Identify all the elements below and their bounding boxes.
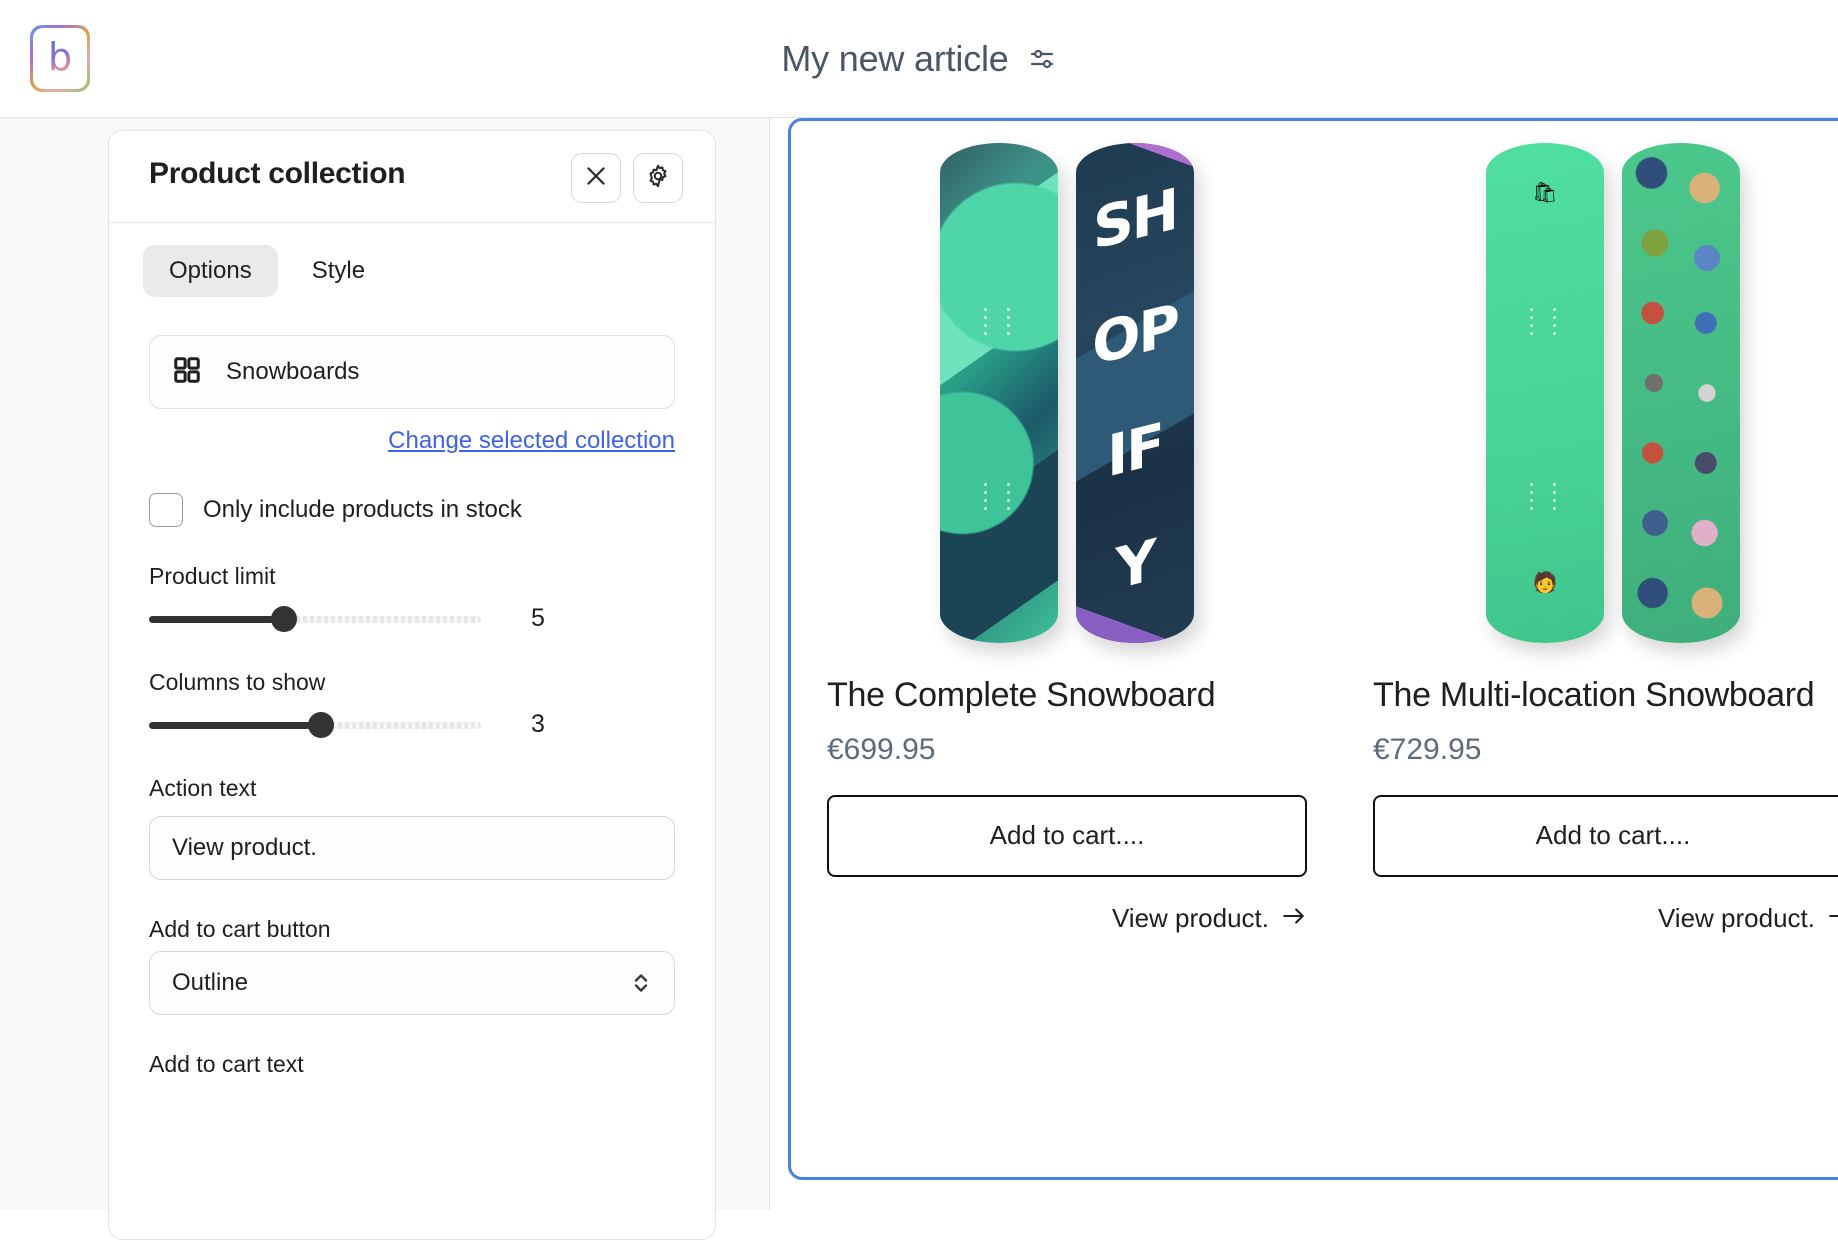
columns-to-show-value: 3 [531,710,545,738]
add-to-cart-button-select[interactable]: Outline [149,951,675,1015]
green-shopify-bag-snowboard-icon: 🛍 🧑 [1486,143,1604,643]
columns-to-show-row: 3 [149,710,675,739]
add-to-cart-button[interactable]: Add to cart.... [827,794,1307,877]
tab-style[interactable]: Style [286,245,391,297]
article-canvas: SH OP IF Y The Complete Snowboard €699.9… [771,118,1838,1210]
action-text-label: Action text [149,775,257,801]
panel-header: Product collection [109,131,715,223]
board-wordmark-line: Y [1115,527,1155,603]
slider-track-filled [149,721,322,729]
product-grid: SH OP IF Y The Complete Snowboard €699.9… [791,121,1838,934]
change-selected-collection-link[interactable]: Change selected collection [388,427,675,455]
panel-title: Product collection [149,157,406,190]
change-collection-row: Change selected collection [149,427,675,455]
slider-track-filled [149,615,285,623]
product-limit-slider[interactable] [149,605,481,632]
only-in-stock-label: Only include products in stock [203,496,522,523]
shopify-bag-icon: 🛍 [1532,182,1558,204]
view-product-link[interactable]: View product. [1373,903,1838,934]
close-button[interactable] [571,153,621,203]
product-image: SH OP IF Y [827,143,1307,643]
product-limit-value: 5 [531,604,545,632]
tab-options[interactable]: Options [143,245,278,297]
product-collection-panel: Product collection Options Style Snowboa… [108,130,716,1240]
sliders-icon[interactable] [1027,44,1057,74]
board-wordmark-line: IF [1107,409,1163,490]
close-icon [583,163,609,194]
board-wordmark-line: OP [1092,290,1178,379]
view-product-link[interactable]: View product. [827,903,1307,934]
product-title: The Complete Snowboard [827,676,1216,714]
page-title: My new article [781,38,1009,79]
collection-selector[interactable]: Snowboards [149,335,675,409]
arrow-right-icon [1281,903,1307,934]
product-price: €729.95 [1373,732,1482,766]
slider-thumb[interactable] [271,605,298,632]
collection-name: Snowboards [226,358,360,385]
board-wordmark-line: SH [1092,175,1178,263]
document-title-group: My new article [0,0,1838,118]
add-to-cart-button[interactable]: Add to cart.... [1373,794,1838,877]
panel-body: Snowboards Change selected collection On… [109,335,715,1078]
product-title: The Multi-location Snowboard [1373,676,1815,714]
panel-settings-button[interactable] [633,153,683,203]
product-card: SH OP IF Y The Complete Snowboard €699.9… [827,143,1307,934]
add-to-cart-button-label: Add to cart button [149,916,331,942]
board-wordmark: SH OP IF Y [1076,143,1194,643]
green-pixel-people-snowboard-icon [1622,143,1740,643]
product-collection-block-selected[interactable]: SH OP IF Y The Complete Snowboard €699.9… [788,118,1838,1180]
top-bar: b My new article [0,0,1838,118]
view-product-label: View product. [1111,902,1269,933]
shopify-text-snowboard-icon: SH OP IF Y [1076,143,1194,643]
product-limit-row: 5 [149,604,675,633]
product-image: 🛍 🧑 [1373,143,1838,643]
binding-holes [984,483,1014,510]
gear-icon [645,163,671,194]
teal-geometric-snowboard-icon [940,143,1058,643]
columns-to-show-slider[interactable] [149,711,481,738]
add-to-cart-text-label: Add to cart text [149,1051,304,1077]
action-text-input[interactable] [149,816,675,880]
product-card: 🛍 🧑 The Multi-location Snowboard €729.95… [1373,143,1838,934]
panel-tabs: Options Style [109,223,715,297]
pixel-person-icon: 🧑 [1532,572,1558,594]
only-in-stock-checkbox[interactable] [149,493,183,527]
columns-to-show-label: Columns to show [149,669,326,695]
slider-thumb[interactable] [308,711,335,738]
in-stock-row: Only include products in stock [149,493,675,527]
add-to-cart-button-value: Outline [172,969,249,996]
grid-icon [172,355,202,390]
left-sidebar: Product collection Options Style Snowboa… [0,118,770,1240]
binding-holes [1530,308,1560,335]
binding-holes [1530,483,1560,510]
arrow-right-icon [1827,903,1838,934]
product-limit-label: Product limit [149,563,276,589]
binding-holes [984,308,1014,335]
view-product-label: View product. [1657,902,1815,933]
product-price: €699.95 [827,732,936,766]
